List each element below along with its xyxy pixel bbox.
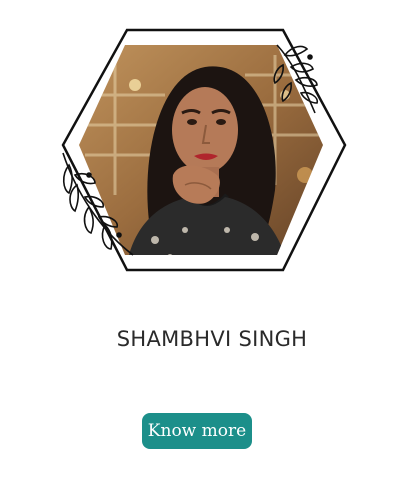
profile-portrait (55, 25, 351, 277)
profile-card: SHAMBHVI SINGH Know more (0, 0, 401, 500)
portrait-photo (79, 45, 323, 255)
profile-name: SHAMBHVI SINGH (116, 327, 308, 351)
know-more-button[interactable]: Know more (142, 413, 252, 449)
